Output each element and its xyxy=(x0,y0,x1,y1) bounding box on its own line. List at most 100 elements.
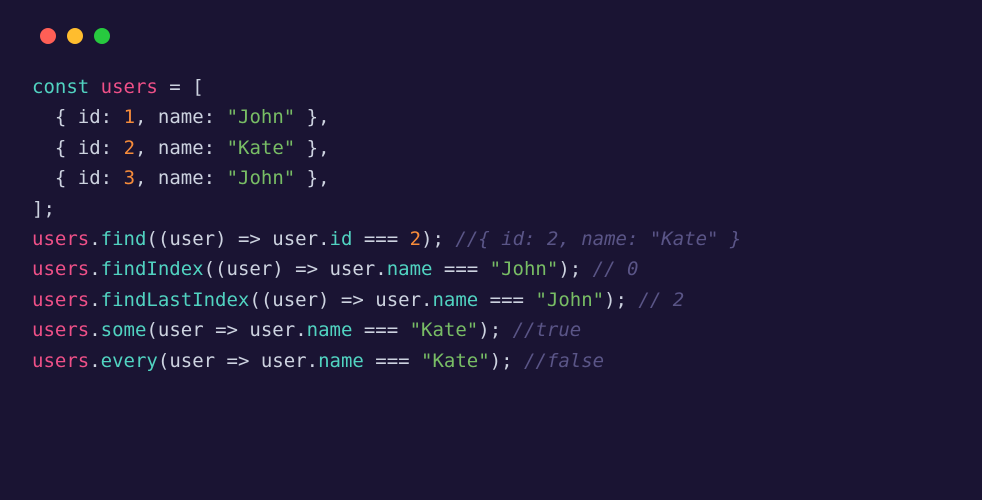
obj-users: users xyxy=(32,228,89,250)
paren-close: ) xyxy=(272,258,295,280)
op-eq: === xyxy=(352,228,409,250)
param-user: user xyxy=(169,350,215,372)
colon: : xyxy=(101,106,124,128)
str-john: "John" xyxy=(227,167,296,189)
code-block: const users = [ { id: 1, name: "John" },… xyxy=(32,72,950,376)
dot: . xyxy=(421,289,432,311)
param-user: user xyxy=(169,228,215,250)
paren-open: ( xyxy=(158,350,169,372)
val-2: 2 xyxy=(410,228,421,250)
body-user: user xyxy=(261,228,318,250)
arrow: => xyxy=(238,228,261,250)
method-find: find xyxy=(101,228,147,250)
body-user: user xyxy=(249,350,306,372)
dot: . xyxy=(89,228,100,250)
val-kate: "Kate" xyxy=(410,319,479,341)
num-2: 2 xyxy=(124,137,135,159)
comment: // 0 xyxy=(593,258,639,280)
maximize-icon[interactable] xyxy=(94,28,110,44)
brace-open: { xyxy=(55,106,78,128)
close: ); xyxy=(478,319,512,341)
paren-close: ) xyxy=(318,289,341,311)
arrow: => xyxy=(341,289,364,311)
prop-id: id xyxy=(78,137,101,159)
obj-users: users xyxy=(32,289,89,311)
minimize-icon[interactable] xyxy=(67,28,83,44)
comma: , xyxy=(135,106,158,128)
brace-close: }, xyxy=(295,167,329,189)
op-eq: === xyxy=(432,258,489,280)
identifier-users: users xyxy=(101,76,158,98)
colon: : xyxy=(101,167,124,189)
dot: . xyxy=(307,350,318,372)
param-user: user xyxy=(227,258,273,280)
dot: . xyxy=(89,258,100,280)
obj-users: users xyxy=(32,319,89,341)
arrow: => xyxy=(227,350,250,372)
method-some: some xyxy=(101,319,147,341)
op-eq: === xyxy=(478,289,535,311)
str-john: "John" xyxy=(227,106,296,128)
paren-open: (( xyxy=(204,258,227,280)
dot: . xyxy=(318,228,329,250)
method-every: every xyxy=(101,350,158,372)
space xyxy=(204,319,215,341)
param-user: user xyxy=(272,289,318,311)
comma: , xyxy=(135,167,158,189)
comment: //{ id: 2, name: "Kate" } xyxy=(455,228,741,250)
dot: . xyxy=(89,289,100,311)
comma: , xyxy=(135,137,158,159)
comment: //true xyxy=(513,319,582,341)
dot: . xyxy=(89,319,100,341)
body-user: user xyxy=(318,258,375,280)
val-john: "John" xyxy=(490,258,559,280)
dot: . xyxy=(89,350,100,372)
brace-open: { xyxy=(55,167,78,189)
colon: : xyxy=(204,106,227,128)
method-findlastindex: findLastIndex xyxy=(101,289,250,311)
prop-name: name xyxy=(318,350,364,372)
close: ); xyxy=(604,289,638,311)
body-user: user xyxy=(238,319,295,341)
colon: : xyxy=(204,137,227,159)
obj-users: users xyxy=(32,258,89,280)
arrow: => xyxy=(215,319,238,341)
arrow: => xyxy=(295,258,318,280)
num-3: 3 xyxy=(124,167,135,189)
op-eq: === xyxy=(352,319,409,341)
window-traffic-lights xyxy=(40,28,950,44)
close-icon[interactable] xyxy=(40,28,56,44)
paren-open: ( xyxy=(146,319,157,341)
prop-id: id xyxy=(78,167,101,189)
colon: : xyxy=(101,137,124,159)
param-user: user xyxy=(158,319,204,341)
prop-name: name xyxy=(158,137,204,159)
op-eq: === xyxy=(364,350,421,372)
equals: = xyxy=(158,76,192,98)
close: ); xyxy=(490,350,524,372)
str-kate: "Kate" xyxy=(227,137,296,159)
dot: . xyxy=(375,258,386,280)
dot: . xyxy=(295,319,306,341)
brace-close: }, xyxy=(295,137,329,159)
prop-name: name xyxy=(158,167,204,189)
body-user: user xyxy=(364,289,421,311)
val-john: "John" xyxy=(535,289,604,311)
comment: //false xyxy=(524,350,604,372)
method-findindex: findIndex xyxy=(101,258,204,280)
paren-open: (( xyxy=(249,289,272,311)
comment: // 2 xyxy=(638,289,684,311)
brace-open: { xyxy=(55,137,78,159)
prop-name: name xyxy=(307,319,353,341)
colon: : xyxy=(204,167,227,189)
obj-users: users xyxy=(32,350,89,372)
close-bracket: ]; xyxy=(32,198,55,220)
prop-name: name xyxy=(387,258,433,280)
prop-id: id xyxy=(78,106,101,128)
prop-name: name xyxy=(158,106,204,128)
paren-open: (( xyxy=(146,228,169,250)
prop-id: id xyxy=(330,228,353,250)
open-bracket: [ xyxy=(192,76,203,98)
num-1: 1 xyxy=(124,106,135,128)
val-kate: "Kate" xyxy=(421,350,490,372)
